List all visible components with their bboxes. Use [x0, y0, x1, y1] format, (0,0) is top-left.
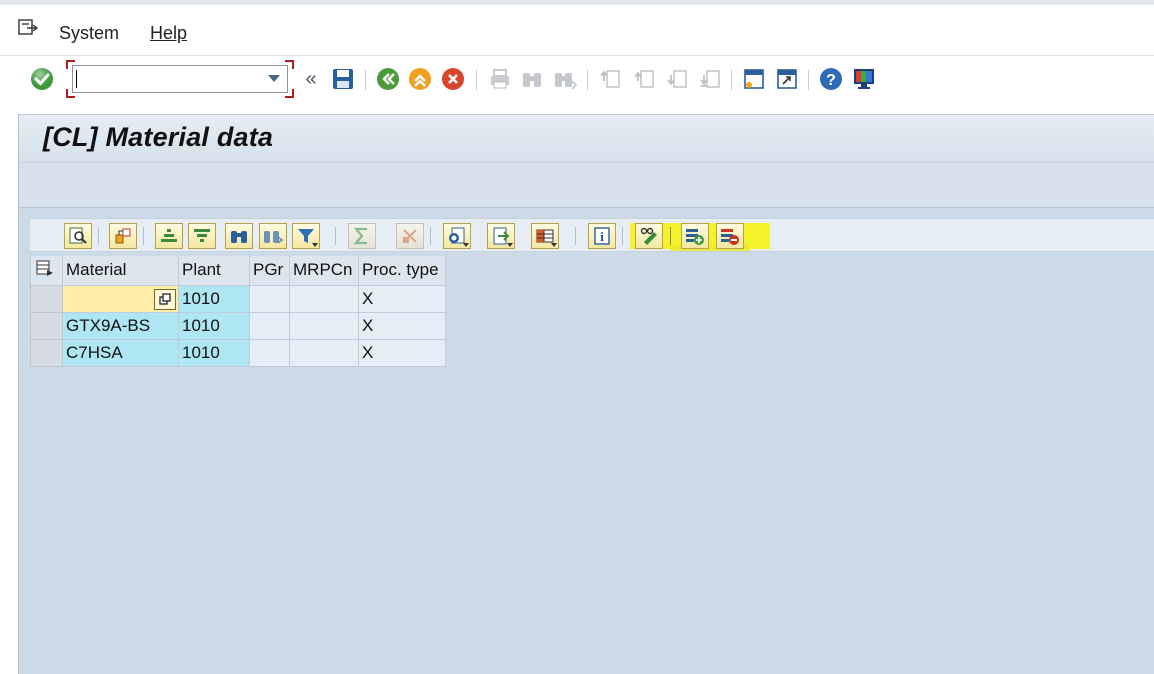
- generate-shortcut-icon[interactable]: [774, 66, 800, 92]
- information-icon[interactable]: i: [588, 223, 616, 249]
- table-row: GTX9A-BS 1010 X: [30, 311, 446, 340]
- sort-ascending-icon[interactable]: [155, 223, 183, 249]
- column-header-proc-type[interactable]: Proc. type: [358, 256, 446, 286]
- proc-type-cell[interactable]: X: [358, 284, 446, 313]
- command-field-frame: [66, 60, 294, 98]
- pgr-cell[interactable]: [249, 338, 290, 367]
- mrpcn-cell[interactable]: [289, 311, 359, 340]
- plant-cell[interactable]: 1010: [178, 311, 250, 340]
- select-all-cell[interactable]: [30, 256, 63, 286]
- menu-system[interactable]: System: [59, 23, 119, 44]
- table-row: 1010 X: [30, 284, 446, 313]
- print-icon: [487, 66, 513, 92]
- enter-icon[interactable]: [29, 66, 55, 92]
- material-table: Material Plant PGr MRPCn Proc. type 1010…: [30, 256, 446, 367]
- find-next-icon: [552, 66, 578, 92]
- table-row: C7HSA 1010 X: [30, 338, 446, 367]
- first-page-icon: [597, 66, 623, 92]
- menu-icon[interactable]: [18, 19, 38, 37]
- exit-icon[interactable]: [407, 66, 433, 92]
- find-next-icon[interactable]: [259, 223, 287, 249]
- alv-toolbar: i: [30, 218, 1154, 252]
- print-preview-icon[interactable]: [443, 223, 471, 249]
- save-icon[interactable]: [330, 66, 356, 92]
- insert-row-icon[interactable]: [681, 223, 709, 249]
- export-icon[interactable]: [487, 223, 515, 249]
- find-icon[interactable]: [225, 223, 253, 249]
- details-icon[interactable]: [64, 223, 92, 249]
- value-help-icon[interactable]: [154, 288, 176, 310]
- check-icon[interactable]: [109, 223, 137, 249]
- last-page-icon: [697, 66, 723, 92]
- subtotal-icon: [396, 223, 424, 249]
- pgr-cell[interactable]: [249, 284, 290, 313]
- customize-layout-icon[interactable]: [851, 66, 877, 92]
- mrpcn-cell[interactable]: [289, 338, 359, 367]
- material-cell[interactable]: GTX9A-BS: [62, 311, 179, 340]
- filter-icon[interactable]: [292, 223, 320, 249]
- system-toolbar: « ?: [0, 56, 1154, 102]
- material-cell[interactable]: C7HSA: [62, 338, 179, 367]
- title-bar: [CL] Material data: [19, 114, 1154, 162]
- plant-cell[interactable]: 1010: [178, 338, 250, 367]
- delete-row-icon[interactable]: [716, 223, 744, 249]
- page-title: [CL] Material data: [43, 122, 274, 152]
- application-toolbar: [19, 162, 1154, 208]
- table-header-row: Material Plant PGr MRPCn Proc. type: [30, 256, 446, 286]
- menu-help[interactable]: Help: [150, 23, 187, 44]
- row-selector[interactable]: [30, 311, 63, 340]
- find-icon: [519, 66, 545, 92]
- documentation-icon[interactable]: [635, 223, 663, 249]
- proc-type-cell[interactable]: X: [358, 311, 446, 340]
- plant-cell[interactable]: 1010: [178, 284, 250, 313]
- sort-descending-icon[interactable]: [188, 223, 216, 249]
- command-field[interactable]: [72, 65, 288, 93]
- back-icon[interactable]: [375, 66, 401, 92]
- create-session-icon[interactable]: [741, 66, 767, 92]
- menu-bar: System Help: [0, 0, 1154, 56]
- svg-text:?: ?: [826, 72, 836, 89]
- text-caret: [76, 70, 77, 88]
- row-selector[interactable]: [30, 338, 63, 367]
- column-header-mrpcn[interactable]: MRPCn: [289, 256, 359, 286]
- previous-page-icon: [631, 66, 657, 92]
- total-icon: [348, 223, 376, 249]
- column-header-material[interactable]: Material: [62, 256, 179, 286]
- column-header-plant[interactable]: Plant: [178, 256, 250, 286]
- layout-icon[interactable]: [531, 223, 559, 249]
- help-icon[interactable]: ?: [818, 66, 844, 92]
- collapse-icon[interactable]: «: [298, 66, 324, 92]
- pgr-cell[interactable]: [249, 311, 290, 340]
- material-input[interactable]: [62, 284, 179, 313]
- chevron-down-icon[interactable]: [268, 75, 280, 82]
- proc-type-cell[interactable]: X: [358, 338, 446, 367]
- row-selector[interactable]: [30, 284, 63, 313]
- column-header-pgr[interactable]: PGr: [249, 256, 290, 286]
- svg-text:i: i: [600, 229, 604, 244]
- mrpcn-cell[interactable]: [289, 284, 359, 313]
- cancel-icon[interactable]: [440, 66, 466, 92]
- column-settings-icon[interactable]: [36, 259, 54, 277]
- next-page-icon: [664, 66, 690, 92]
